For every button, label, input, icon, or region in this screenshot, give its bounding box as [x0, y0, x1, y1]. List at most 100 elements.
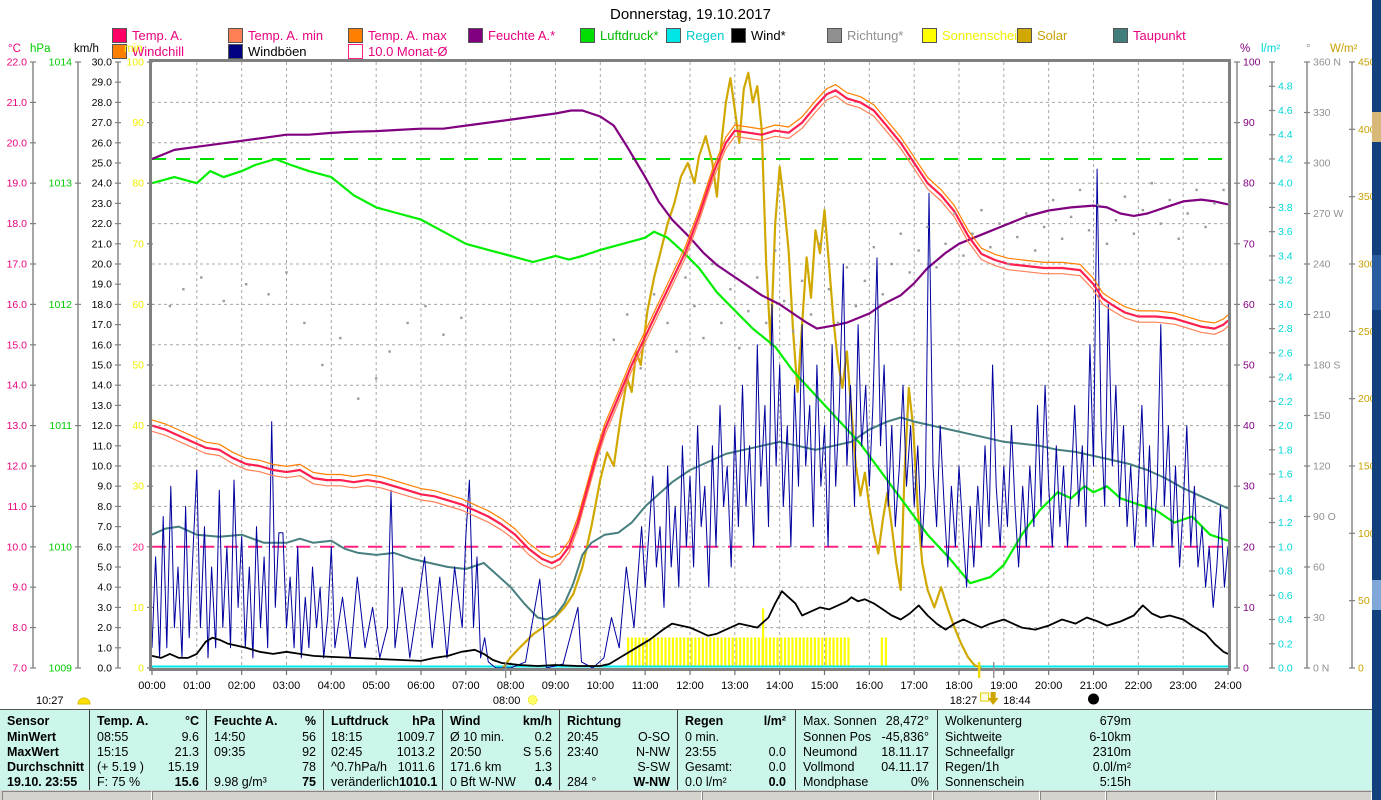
info-label: Vollmond	[803, 759, 855, 774]
cell-value: 0.4	[534, 774, 552, 789]
wind-axis: 30.0 29.0 28.0 27.0 26.0 25.0 24.0 23.0 22.0 21.0…	[74, 43, 121, 675]
temp-axis: 22.0 21.0 20.0 19.0 18.0 17.0 16.0 15.0 14.0 13.0…	[7, 43, 36, 675]
svg-text:14:00: 14:00	[766, 680, 794, 692]
cell-value: 1011.6	[397, 759, 435, 774]
svg-text:30: 30	[1243, 481, 1255, 493]
svg-text:240: 240	[1313, 259, 1331, 271]
table-column: Max. Sonnen 28,472° Sonnen Pos -45,836° Neum…	[795, 710, 936, 791]
info-value: 0.0l/m²	[1092, 759, 1131, 774]
svg-text:17.0: 17.0	[92, 319, 113, 331]
sunset-sun-icon	[980, 692, 990, 702]
cell-value: 1013.2	[396, 744, 435, 759]
svg-text:20: 20	[132, 541, 144, 553]
table-column: Luftdruck hPa 18:15 1009.7 02:45 1013.2 ^0.7hP…	[323, 710, 442, 791]
svg-text:14.0: 14.0	[7, 380, 28, 392]
svg-text:60: 60	[132, 299, 144, 311]
svg-text:09:00: 09:00	[542, 680, 570, 692]
svg-text:1009: 1009	[49, 663, 73, 675]
cell-label: 23:40	[567, 744, 599, 759]
svg-text:7.0: 7.0	[12, 663, 27, 675]
cell-label: 02:45	[331, 744, 363, 759]
series-sonnenschein	[627, 608, 888, 666]
svg-text:28.0: 28.0	[92, 97, 113, 109]
col-header-label: Temp. A.	[97, 713, 149, 728]
svg-text:3.2: 3.2	[1278, 275, 1293, 287]
cell-label: 15:15	[97, 744, 129, 759]
svg-text:15.0: 15.0	[7, 339, 28, 351]
sunrise-time: 08:00	[493, 695, 521, 707]
svg-text:20:00: 20:00	[1035, 680, 1063, 692]
col-header-label: Wind	[450, 713, 481, 728]
svg-text:3.4: 3.4	[1278, 250, 1293, 262]
svg-text:11:00: 11:00	[632, 680, 659, 692]
cell-label: 09:35	[214, 744, 246, 759]
svg-text:70: 70	[1243, 238, 1255, 250]
svg-text:27.0: 27.0	[92, 117, 113, 129]
svg-text:%: %	[1240, 43, 1250, 55]
svg-text:18.0: 18.0	[7, 218, 28, 230]
svg-text:2.2: 2.2	[1278, 396, 1293, 408]
svg-text:60: 60	[1313, 562, 1325, 574]
svg-text:90 O: 90 O	[1313, 511, 1336, 523]
svg-text:16:00: 16:00	[856, 680, 884, 692]
svg-text:26.0: 26.0	[92, 137, 113, 149]
info-value: 04.11.17	[881, 759, 929, 774]
svg-text:07:00: 07:00	[452, 680, 480, 692]
col-header-label: Regen	[685, 713, 724, 728]
sensor-row-label: MaxWert	[7, 744, 59, 759]
desktop-accent	[1372, 580, 1381, 610]
rain-axis: 4.8 4.6 4.4 4.2 4.0 3.8 3.6 3.4 3.2 3.0 2.8 2.6 2.4 2…	[1261, 43, 1293, 675]
humidity-axis: 1009080706050403020100%	[1234, 43, 1261, 675]
svg-text:120: 120	[1313, 461, 1331, 473]
summary-table: Sensor MinWert MaxWert Durchschnitt 19.10. 2…	[0, 709, 1372, 792]
svg-text:30.0: 30.0	[92, 57, 113, 69]
svg-text:80: 80	[132, 178, 144, 190]
svg-text:16.0: 16.0	[7, 299, 28, 311]
table-column: Wolkenunterg 679m Sichtweite 6-10km Schneefa…	[937, 710, 1138, 791]
info-value: 0%	[910, 774, 929, 789]
svg-text:10:00: 10:00	[587, 680, 615, 692]
desktop-background-strip	[1372, 0, 1381, 800]
svg-text:2.8: 2.8	[1278, 323, 1293, 335]
info-value: 18.11.17	[881, 744, 929, 759]
svg-text:10.0: 10.0	[92, 461, 113, 473]
cell-label: ^0.7hPa/h	[331, 759, 387, 774]
svg-text:°: °	[1306, 43, 1311, 55]
svg-text:0.6: 0.6	[1278, 590, 1293, 602]
svg-text:21.0: 21.0	[92, 238, 113, 250]
svg-text:19.0: 19.0	[92, 279, 113, 291]
cell-label: 18:15	[331, 729, 363, 744]
svg-text:17:00: 17:00	[900, 680, 928, 692]
svg-text:0.0: 0.0	[97, 663, 112, 675]
svg-text:1.8: 1.8	[1278, 444, 1293, 456]
table-column: Regen l/m² 0 min. 23:55 0.0 Gesamt: 0.0 0.0 l/m…	[677, 710, 793, 791]
info-label: Schneefallgr	[945, 744, 1015, 759]
svg-text:12.0: 12.0	[92, 420, 113, 432]
svg-text:1.2: 1.2	[1278, 517, 1293, 529]
cell-label: 0 Bft W-NW	[450, 774, 516, 789]
col-header-label: Luftdruck	[331, 713, 389, 728]
cell-value: 0.0	[768, 744, 786, 759]
svg-text:12.0: 12.0	[7, 461, 28, 473]
sensor-row-label: 19.10. 23:55	[7, 774, 78, 789]
svg-text:08:00: 08:00	[497, 680, 525, 692]
svg-text:100: 100	[1243, 57, 1261, 69]
svg-text:20: 20	[1243, 541, 1255, 553]
svg-text:11.0: 11.0	[7, 501, 27, 513]
svg-text:01:00: 01:00	[183, 680, 211, 692]
desktop-accent	[1372, 255, 1381, 310]
cell-value: W-NW	[633, 774, 670, 789]
status-segment	[1040, 791, 1106, 800]
svg-text:20.0: 20.0	[7, 137, 28, 149]
cell-value: 0.2	[534, 729, 552, 744]
x-axis: 00:00 01:00 02:00 03:00 04:00 05:00 06:00 07:00…	[138, 669, 1242, 692]
svg-text:29.0: 29.0	[92, 77, 113, 89]
svg-text:02:00: 02:00	[228, 680, 256, 692]
svg-text:l/m²: l/m²	[1261, 43, 1280, 55]
cell-value: O-SO	[638, 729, 670, 744]
cell-label: F: 75 %	[97, 774, 141, 789]
svg-text:40: 40	[1243, 420, 1255, 432]
svg-text:7.0: 7.0	[97, 521, 112, 533]
svg-text:1012: 1012	[49, 299, 73, 311]
svg-text:W/m²: W/m²	[1330, 43, 1358, 55]
